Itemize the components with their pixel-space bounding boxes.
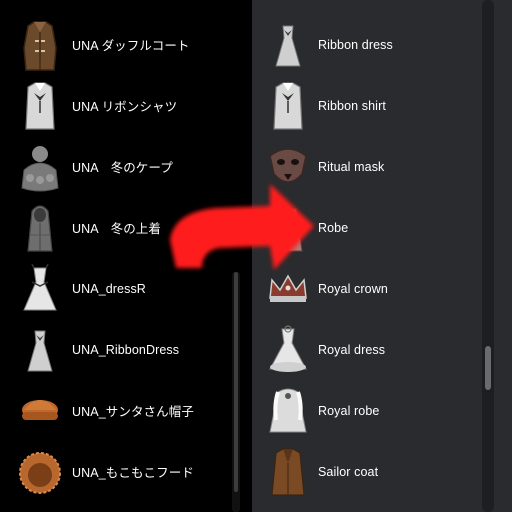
- right-scrollbar-track[interactable]: [482, 0, 494, 512]
- sailor-coat-icon: [271, 447, 305, 496]
- list-item[interactable]: UNA_dressR: [0, 258, 252, 319]
- fluffy-hood-icon: [19, 451, 61, 494]
- right-scrollbar-thumb[interactable]: [485, 346, 491, 390]
- item-label: Robe: [318, 220, 349, 235]
- item-label: UNA 冬の上着: [72, 222, 162, 236]
- item-label: UNA ダッフルコート: [72, 39, 190, 53]
- santa-hat-icon: [22, 399, 58, 420]
- list-item[interactable]: Royal dress: [252, 319, 512, 380]
- left-item-list: UNA ダッフルコート UNA リボンシャツ UNA 冬のケープ UNA 冬の上…: [0, 0, 252, 512]
- ribbon-shirt-icon: [25, 81, 55, 130]
- item-label: UNA_RibbonDress: [72, 342, 180, 357]
- list-item[interactable]: Ribbon shirt: [252, 75, 512, 136]
- ribbon-shirt-icon: [273, 81, 303, 130]
- dress-icon: [23, 263, 57, 310]
- list-item[interactable]: UNA_もこもこフード: [0, 441, 252, 502]
- item-label: UNA_dressR: [72, 281, 146, 296]
- left-scrollbar-thumb[interactable]: [234, 272, 238, 492]
- list-item[interactable]: Sailor coat: [252, 441, 512, 502]
- item-label: UNA_サンタさん帽子: [72, 405, 194, 419]
- list-item[interactable]: UNA_RibbonDress: [0, 319, 252, 380]
- list-item[interactable]: UNA 冬のケープ: [0, 136, 252, 197]
- royal-robe-icon: [269, 388, 307, 432]
- royal-dress-icon: [269, 324, 307, 372]
- ribbon-dress-icon: [275, 25, 301, 66]
- list-item[interactable]: UNA 冬の上着: [0, 197, 252, 258]
- list-item[interactable]: Ritual mask: [252, 136, 512, 197]
- list-item[interactable]: UNA リボンシャツ: [0, 75, 252, 136]
- right-item-list: Ribbon dress Ribbon shirt Ritual mask Ro…: [252, 0, 512, 512]
- royal-crown-icon: [269, 273, 307, 302]
- list-item[interactable]: Royal robe: [252, 380, 512, 441]
- item-label: UNA_もこもこフード: [72, 466, 194, 480]
- item-label: UNA 冬のケープ: [72, 161, 173, 175]
- ritual-mask-icon: [269, 147, 307, 183]
- item-label: Ribbon dress: [318, 37, 393, 52]
- robe-icon: [273, 208, 303, 251]
- item-label: Sailor coat: [318, 464, 379, 479]
- list-item[interactable]: Ribbon dress: [252, 14, 512, 75]
- item-label: Ribbon shirt: [318, 98, 386, 113]
- list-item[interactable]: UNA_サンタさん帽子: [0, 380, 252, 441]
- list-item[interactable]: UNA ダッフルコート: [0, 14, 252, 75]
- list-item[interactable]: Royal crown: [252, 258, 512, 319]
- item-label: UNA リボンシャツ: [72, 100, 178, 114]
- duffle-coat-icon: [23, 20, 57, 71]
- winter-cape-icon: [21, 145, 59, 191]
- item-label: Royal crown: [318, 281, 388, 296]
- item-label: Ritual mask: [318, 159, 385, 174]
- list-item[interactable]: Robe: [252, 197, 512, 258]
- ribbon-dress-icon: [27, 330, 53, 371]
- item-label: Royal robe: [318, 403, 380, 418]
- winter-coat-icon: [27, 204, 53, 252]
- item-label: Royal dress: [318, 342, 386, 357]
